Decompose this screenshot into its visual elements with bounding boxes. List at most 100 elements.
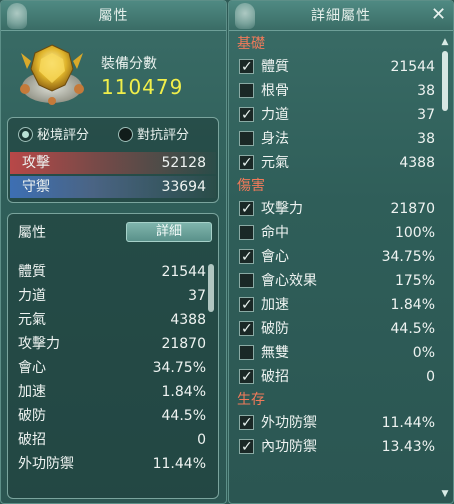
scroll-down-arrow-icon[interactable]: ▼: [440, 489, 450, 499]
attribute-row: 加速 1.84%: [18, 380, 206, 404]
attribute-label: 會心: [18, 360, 46, 376]
attribute-value: 44.5%: [390, 321, 435, 337]
attribute-row: 攻擊力 21870: [18, 332, 206, 356]
section-title-survival: 生存: [237, 392, 265, 408]
attribute-header: 屬性: [18, 225, 46, 241]
detailed-title-bar[interactable]: 詳細屬性 ✕: [229, 1, 453, 31]
checkbox-checked-icon[interactable]: [239, 197, 254, 221]
checkbox-unchecked-icon[interactable]: [239, 345, 254, 360]
checkbox-checked-icon[interactable]: [239, 293, 254, 317]
attribute-toggle-row[interactable]: 會心效果 175%: [233, 269, 439, 293]
attribute-value: 0: [197, 432, 206, 448]
attribute-row: 元氣 4388: [18, 308, 206, 332]
panel-title: 屬性: [98, 8, 129, 24]
attribute-scrollbar[interactable]: [208, 264, 214, 312]
attribute-toggle-row[interactable]: 攻擊力 21870: [233, 197, 439, 221]
attribute-toggle-row[interactable]: 破招 0: [233, 365, 439, 389]
checkbox-checked-icon[interactable]: [239, 103, 254, 127]
ornament-icon: [235, 3, 255, 29]
attribute-toggle-row[interactable]: 力道 37: [233, 103, 439, 127]
attribute-value: 38: [417, 83, 435, 99]
checkbox-checked-icon[interactable]: [239, 317, 254, 341]
attribute-value: 37: [417, 107, 435, 123]
score-compare-box: 秘境評分 對抗評分 攻擊 52128 守禦 33694: [7, 117, 219, 203]
checkbox-unchecked-icon[interactable]: [239, 225, 254, 240]
attribute-value: 11.44%: [381, 415, 435, 431]
attribute-toggle-row[interactable]: 根骨 38: [233, 79, 439, 103]
attribute-toggle-row[interactable]: 破防 44.5%: [233, 317, 439, 341]
attribute-list: 體質 21544 力道 37 元氣 4388 攻擊力 21870 會心 34.75% 加速…: [18, 260, 206, 476]
attribute-label: 元氣: [261, 155, 289, 171]
attribute-toggle-row[interactable]: 內功防禦 13.43%: [233, 435, 439, 459]
attribute-label: 內功防禦: [261, 439, 317, 455]
defense-score-row: 守禦 33694: [10, 176, 216, 198]
attribute-label: 無雙: [261, 345, 289, 361]
medal-icon: [20, 44, 84, 105]
attributes-panel: 屬性 裝備分數 110479 秘境評分 對抗評分 攻擊 52128 守禦 336…: [0, 0, 227, 504]
equipment-score-value: 110479: [101, 75, 184, 99]
equipment-score-area: 裝備分數 110479: [1, 31, 226, 113]
attribute-label: 攻擊力: [261, 201, 303, 217]
detail-scrollbar[interactable]: ▲ ▼: [440, 37, 450, 499]
section-title-basic: 基礎: [237, 36, 265, 52]
checkbox-checked-icon[interactable]: [239, 55, 254, 79]
attribute-toggle-row[interactable]: 身法 38: [233, 127, 439, 151]
checkbox-checked-icon[interactable]: [239, 435, 254, 459]
attribute-value: 38: [417, 131, 435, 147]
attribute-toggle-row[interactable]: 外功防禦 11.44%: [233, 411, 439, 435]
radio-label: 秘境評分: [37, 128, 90, 143]
scroll-up-arrow-icon[interactable]: ▲: [440, 37, 450, 47]
attribute-label: 會心效果: [261, 273, 317, 289]
attribute-value: 21870: [161, 336, 206, 352]
attribute-label: 破防: [261, 321, 289, 337]
attribute-value: 34.75%: [381, 249, 435, 265]
detailed-attribute-list: 基礎 體質 21544 根骨 38 力道 37 身法 38 元氣 4388 傷害 攻擊力 2…: [233, 33, 439, 459]
checkbox-unchecked-icon[interactable]: [239, 83, 254, 98]
attribute-row: 外功防禦 11.44%: [18, 452, 206, 476]
attribute-value: 11.44%: [152, 456, 206, 472]
scroll-thumb[interactable]: [442, 51, 448, 111]
attribute-toggle-row[interactable]: 元氣 4388: [233, 151, 439, 175]
attribute-label: 命中: [261, 225, 289, 241]
attribute-toggle-row[interactable]: 體質 21544: [233, 55, 439, 79]
attribute-value: 1.84%: [390, 297, 435, 313]
attribute-label: 破防: [18, 408, 46, 424]
equipment-score-label: 裝備分數: [101, 56, 157, 72]
attribute-label: 力道: [18, 288, 46, 304]
attribute-value: 4388: [170, 312, 206, 328]
attribute-toggle-row[interactable]: 加速 1.84%: [233, 293, 439, 317]
radio-selected-icon: [18, 127, 33, 142]
attribute-value: 21544: [390, 59, 435, 75]
attribute-label: 外功防禦: [261, 415, 317, 431]
attribute-value: 100%: [394, 225, 435, 241]
attribute-label: 加速: [18, 384, 46, 400]
attribute-value: 0: [426, 369, 435, 385]
attribute-value: 37: [188, 288, 206, 304]
ornament-icon: [7, 3, 27, 29]
attributes-title-bar[interactable]: 屬性: [1, 1, 226, 31]
close-icon[interactable]: ✕: [429, 5, 449, 25]
checkbox-checked-icon[interactable]: [239, 245, 254, 269]
checkbox-checked-icon[interactable]: [239, 411, 254, 435]
checkbox-unchecked-icon[interactable]: [239, 131, 254, 146]
attribute-toggle-row[interactable]: 命中 100%: [233, 221, 439, 245]
attribute-label: 根骨: [261, 83, 289, 99]
attribute-row: 力道 37: [18, 284, 206, 308]
attribute-label: 力道: [261, 107, 289, 123]
attribute-row: 體質 21544: [18, 260, 206, 284]
radio-pvp-score[interactable]: 對抗評分: [118, 126, 189, 146]
attribute-label: 元氣: [18, 312, 46, 328]
radio-unselected-icon: [118, 127, 133, 142]
radio-secret-realm-score[interactable]: 秘境評分: [18, 126, 89, 146]
checkbox-checked-icon[interactable]: [239, 365, 254, 389]
detail-button[interactable]: 詳細: [126, 222, 212, 242]
attack-label: 攻擊: [22, 155, 50, 171]
checkbox-unchecked-icon[interactable]: [239, 273, 254, 288]
attribute-value: 44.5%: [161, 408, 206, 424]
attribute-label: 體質: [18, 264, 46, 280]
checkbox-checked-icon[interactable]: [239, 151, 254, 175]
attribute-toggle-row[interactable]: 無雙 0%: [233, 341, 439, 365]
attack-score-row: 攻擊 52128: [10, 152, 216, 174]
attribute-toggle-row[interactable]: 會心 34.75%: [233, 245, 439, 269]
attribute-value: 1.84%: [161, 384, 206, 400]
